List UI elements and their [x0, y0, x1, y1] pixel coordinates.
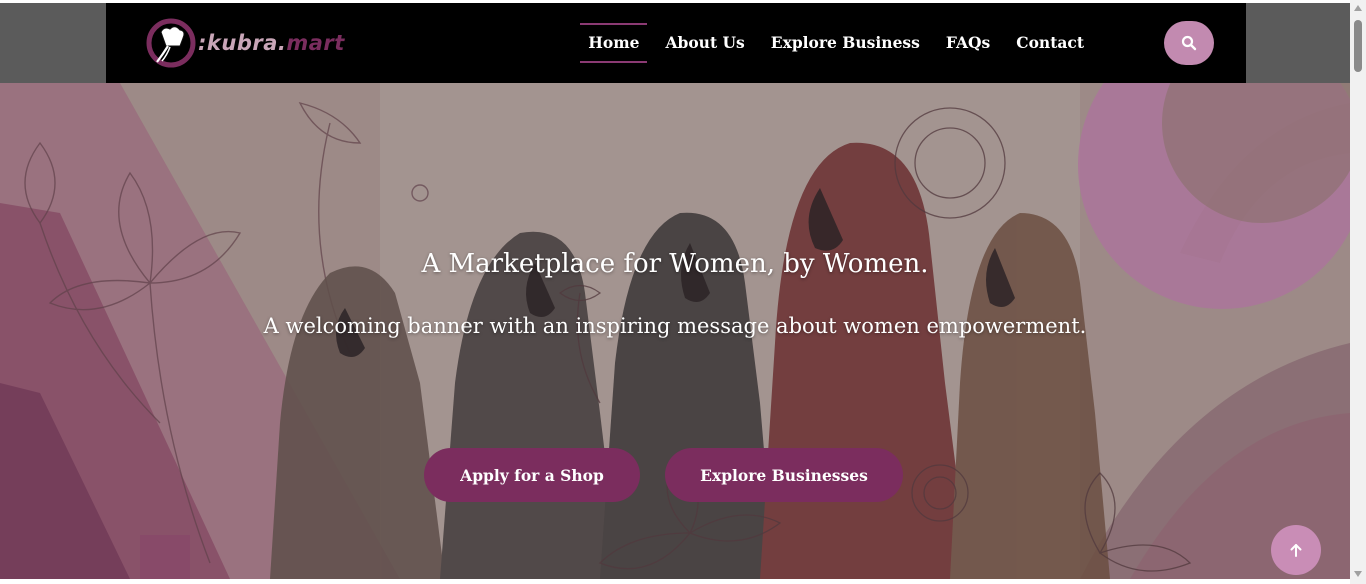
nav-menu: Home About Us Explore Business FAQs Cont…	[570, 22, 1092, 64]
scroll-down-arrow-icon[interactable]	[1354, 571, 1362, 577]
explore-businesses-button[interactable]: Explore Businesses	[665, 448, 903, 502]
scroll-up-arrow-icon[interactable]	[1354, 5, 1362, 11]
page: :kubra.mart Home About Us Explore Busine…	[0, 3, 1350, 579]
nav-item-about-us[interactable]: About Us	[657, 23, 752, 63]
search-button[interactable]	[1164, 21, 1214, 65]
nav-item-faqs[interactable]: FAQs	[938, 23, 998, 63]
nav-item-explore-business[interactable]: Explore Business	[763, 23, 928, 63]
arrow-up-icon	[1290, 544, 1302, 557]
nav-item-contact[interactable]: Contact	[1008, 23, 1092, 63]
search-icon	[1181, 35, 1197, 51]
site-logo[interactable]: :kubra.mart	[146, 15, 345, 71]
scroll-to-top-button[interactable]	[1271, 525, 1321, 575]
page-scrollbar[interactable]	[1350, 0, 1366, 584]
logo-text: :kubra.mart	[198, 31, 345, 55]
hero-title: A Marketplace for Women, by Women.	[421, 249, 929, 279]
nav-item-home[interactable]: Home	[580, 23, 648, 63]
chef-hat-whisk-icon	[146, 18, 196, 68]
logo-text-light: kubra	[206, 31, 278, 55]
scrollbar-thumb[interactable]	[1354, 20, 1362, 72]
logo-text-accent: mart	[286, 31, 345, 55]
hero-banner: A Marketplace for Women, by Women. A wel…	[0, 83, 1350, 579]
hero-subtitle: A welcoming banner with an inspiring mes…	[263, 314, 1087, 338]
apply-for-shop-button[interactable]: Apply for a Shop	[424, 448, 640, 502]
navbar: :kubra.mart Home About Us Explore Busine…	[106, 3, 1246, 83]
